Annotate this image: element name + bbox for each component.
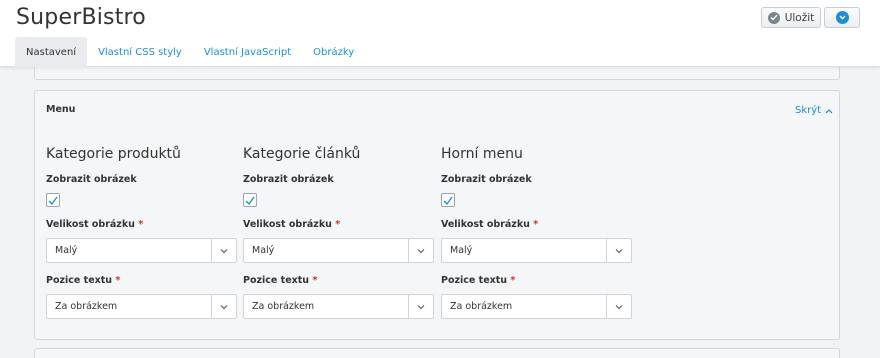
image-size-select[interactable]: Malý	[46, 238, 237, 263]
save-button[interactable]: Uložit	[761, 7, 821, 28]
required-marker: *	[510, 275, 516, 286]
column-top-menu: Horní menu Zobrazit obrázek Velikost obr…	[441, 146, 632, 319]
text-position-value: Za obrázkem	[55, 301, 118, 312]
required-marker: *	[115, 275, 121, 286]
image-size-select[interactable]: Malý	[441, 238, 632, 263]
image-size-select[interactable]: Malý	[243, 238, 434, 263]
chevron-down-icon	[615, 248, 623, 253]
text-position-label: Pozice textu *	[441, 275, 516, 286]
menu-panel: Menu Skrýt Kategorie produktů Zobrazit o…	[34, 90, 840, 340]
show-image-checkbox[interactable]	[46, 193, 60, 207]
image-size-label: Velikost obrázku *	[46, 219, 144, 230]
chevron-down-icon	[417, 248, 425, 253]
check-circle-icon	[767, 11, 780, 24]
show-image-checkbox[interactable]	[243, 193, 257, 207]
column-heading: Kategorie produktů	[46, 146, 181, 162]
top-bar: SuperBistro Uložit Nastavení Vlastní CSS…	[0, 0, 880, 67]
text-position-label: Pozice textu *	[243, 275, 318, 286]
checkmark-icon	[245, 196, 255, 205]
text-position-select[interactable]: Za obrázkem	[441, 294, 632, 319]
select-arrow	[408, 239, 433, 262]
save-label: Uložit	[784, 11, 815, 24]
text-position-value: Za obrázkem	[252, 301, 315, 312]
image-size-value: Malý	[252, 245, 275, 256]
text-position-label: Pozice textu *	[46, 275, 121, 286]
checkmark-icon	[48, 196, 58, 205]
required-marker: *	[335, 219, 341, 230]
column-heading: Horní menu	[441, 146, 523, 162]
image-size-value: Malý	[55, 245, 78, 256]
collapse-toggle[interactable]: Skrýt	[795, 105, 833, 116]
select-arrow	[606, 295, 631, 318]
column-product-categories: Kategorie produktů Zobrazit obrázek Veli…	[46, 146, 237, 319]
tab-custom-css[interactable]: Vlastní CSS styly	[87, 37, 193, 67]
chevron-down-icon	[615, 304, 623, 309]
show-image-label: Zobrazit obrázek	[441, 174, 532, 185]
required-marker: *	[312, 275, 318, 286]
show-image-label: Zobrazit obrázek	[243, 174, 334, 185]
text-position-select[interactable]: Za obrázkem	[46, 294, 237, 319]
required-marker: *	[533, 219, 539, 230]
menu-panel-title: Menu	[46, 104, 76, 115]
required-marker: *	[138, 219, 144, 230]
select-arrow	[211, 295, 236, 318]
text-position-value: Za obrázkem	[450, 301, 513, 312]
image-size-value: Malý	[450, 245, 473, 256]
text-position-select[interactable]: Za obrázkem	[243, 294, 434, 319]
chevron-down-icon	[220, 304, 228, 309]
show-image-checkbox[interactable]	[441, 193, 455, 207]
select-arrow	[408, 295, 433, 318]
more-actions-button[interactable]	[824, 7, 860, 28]
select-arrow	[606, 239, 631, 262]
column-article-categories: Kategorie článků Zobrazit obrázek Veliko…	[243, 146, 434, 319]
select-arrow	[211, 239, 236, 262]
chevron-down-circle-icon	[835, 11, 849, 24]
chevron-down-icon	[220, 248, 228, 253]
tab-bar: Nastavení Vlastní CSS styly Vlastní Java…	[15, 37, 365, 67]
image-size-label: Velikost obrázku *	[441, 219, 539, 230]
chevron-up-icon	[825, 108, 833, 113]
tab-images[interactable]: Obrázky	[302, 37, 365, 67]
page-title: SuperBistro	[16, 5, 146, 30]
column-heading: Kategorie článků	[243, 146, 361, 162]
show-image-label: Zobrazit obrázek	[46, 174, 137, 185]
collapse-label: Skrýt	[795, 105, 822, 116]
next-panel	[34, 348, 840, 358]
image-size-label: Velikost obrázku *	[243, 219, 341, 230]
tab-custom-javascript[interactable]: Vlastní JavaScript	[193, 37, 302, 67]
chevron-down-icon	[417, 304, 425, 309]
checkmark-icon	[443, 196, 453, 205]
tab-settings[interactable]: Nastavení	[15, 37, 88, 67]
